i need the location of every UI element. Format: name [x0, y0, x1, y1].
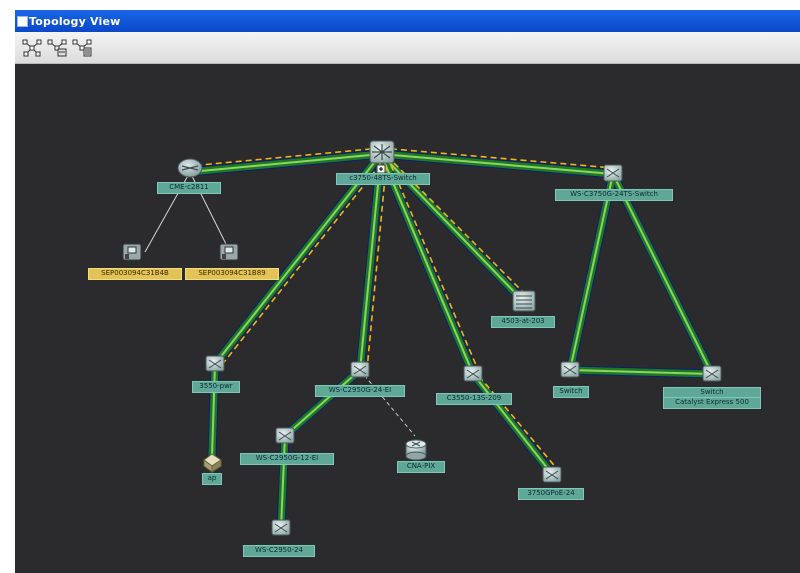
- topology-graph: [122, 140, 722, 536]
- device-label[interactable]: WS-C3750G-24TS-Switch: [555, 189, 673, 201]
- switch-icon-3550[interactable]: [205, 355, 225, 372]
- device-label[interactable]: c3750-48TS-Switch: [336, 173, 430, 185]
- firewall-icon[interactable]: [405, 439, 427, 461]
- switch-icon-2950g-12[interactable]: [275, 427, 295, 444]
- device-label[interactable]: C3550-13S-209: [436, 393, 512, 405]
- chassis-switch-icon[interactable]: [512, 290, 536, 312]
- topology-layout-icon: [22, 39, 42, 57]
- device-label[interactable]: CNA-PIX: [397, 461, 445, 473]
- device-label[interactable]: CME-c2811: [157, 182, 221, 194]
- topology-view-window: Topology View c3750-48TS-Switch CME-c281…: [15, 10, 800, 573]
- topology-canvas[interactable]: c3750-48TS-Switch CME-c2811 WS-C3750G-24…: [15, 64, 800, 573]
- device-label[interactable]: 4503-at-203: [491, 316, 555, 328]
- device-label[interactable]: SEP003094C31B89: [185, 268, 279, 280]
- access-point-icon[interactable]: [203, 453, 222, 473]
- device-label[interactable]: Switch: [553, 386, 589, 398]
- device-label[interactable]: WS-C2950G-12-EI: [240, 453, 334, 465]
- switch-icon-3750g[interactable]: [603, 164, 623, 182]
- ip-phone-icon-1[interactable]: [122, 243, 142, 261]
- ip-phone-icon-2[interactable]: [219, 243, 239, 261]
- switch-icon-2950g-24[interactable]: [350, 361, 370, 378]
- toolbar: [15, 32, 800, 64]
- device-sublabel: Catalyst Express 500: [663, 397, 761, 409]
- device-label[interactable]: 3750GPoE-24: [518, 488, 584, 500]
- device-label[interactable]: WS-C2950G-24-EI: [315, 385, 405, 397]
- device-label[interactable]: ap: [202, 473, 222, 485]
- switch-icon-c3550-13s[interactable]: [463, 365, 483, 382]
- window-icon: [17, 16, 28, 27]
- device-label[interactable]: SEP003094C31B4B: [88, 268, 182, 280]
- window-title: Topology View: [29, 15, 121, 28]
- switch-icon-3750gpoe[interactable]: [542, 466, 562, 483]
- topology-refresh-icon: [47, 39, 67, 57]
- switch-icon-left[interactable]: [560, 361, 580, 378]
- router-icon[interactable]: [177, 158, 203, 178]
- topology-filter-icon: [72, 39, 92, 57]
- device-label[interactable]: WS-C2950-24: [243, 545, 315, 557]
- switch-icon-2950-24[interactable]: [271, 519, 291, 536]
- device-label[interactable]: 3550-pwr: [192, 381, 240, 393]
- topology-filter-button[interactable]: [71, 37, 93, 57]
- switch-icon-right[interactable]: [702, 365, 722, 382]
- topology-refresh-button[interactable]: [46, 37, 68, 57]
- topology-layout-button[interactable]: [21, 37, 43, 57]
- title-bar: Topology View: [15, 10, 800, 32]
